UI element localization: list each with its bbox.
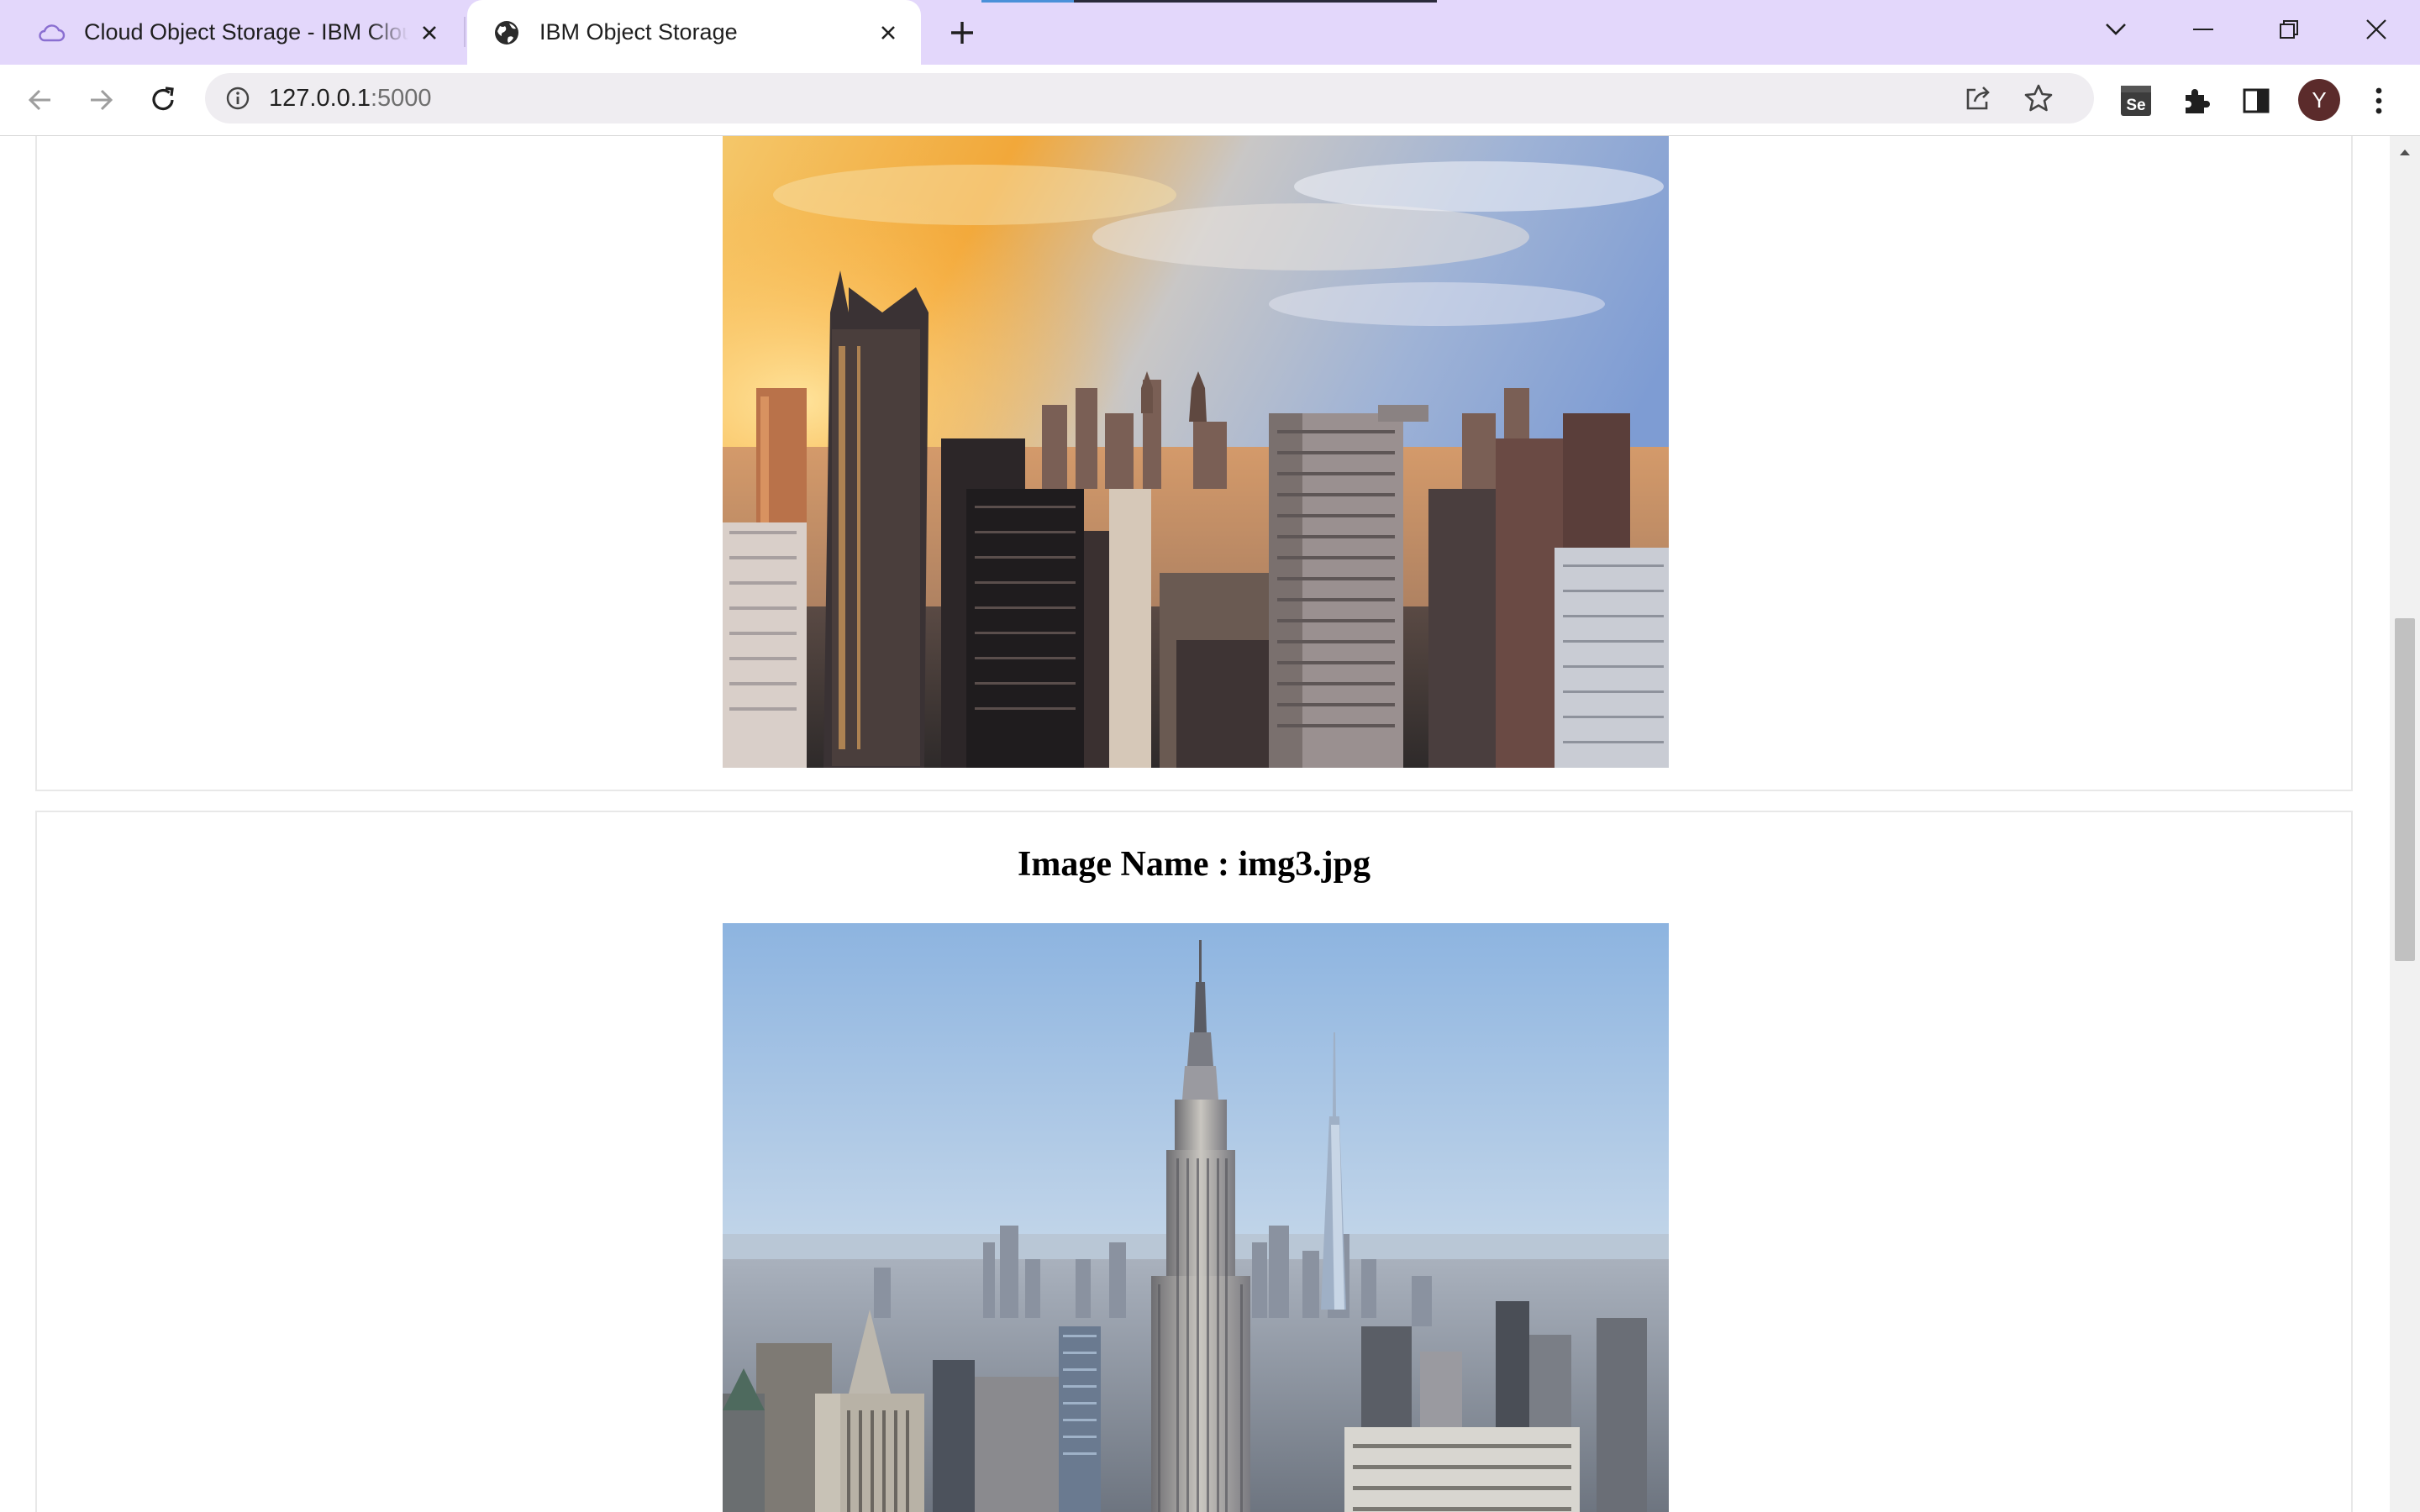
back-arrow-icon[interactable] [20,80,60,120]
forward-arrow-icon[interactable] [81,80,121,120]
close-icon[interactable] [415,18,444,47]
address-bar[interactable]: 127.0.0.1:5000 [205,73,2094,123]
page-load-indicator [981,0,1074,3]
globe-icon [492,18,521,47]
image-card [35,136,2353,791]
svg-text:Se: Se [2126,97,2145,114]
reload-icon[interactable] [143,80,183,120]
close-icon[interactable] [874,18,902,47]
side-panel-icon[interactable] [2235,80,2277,122]
site-info-icon[interactable] [222,82,254,114]
profile-avatar[interactable]: Y [2298,79,2340,121]
tab-strip: Cloud Object Storage - IBM Cloud IBM Obj… [0,0,2420,65]
share-icon[interactable] [1961,81,1995,115]
tab-cloud-object-storage[interactable]: Cloud Object Storage - IBM Cloud [12,0,462,65]
bookmark-star-icon[interactable] [2022,81,2055,115]
image-name-heading: Image Name : img3.jpg [1018,845,1370,884]
page-load-indicator [1074,0,1437,3]
cloud-icon [37,18,66,47]
restore-icon[interactable] [2264,8,2314,50]
tab-title: Cloud Object Storage - IBM Cloud [84,19,408,45]
tab-search-chevron-icon[interactable] [2091,8,2141,50]
tab-ibm-object-storage[interactable]: IBM Object Storage [467,0,921,65]
vertical-scrollbar[interactable] [2390,136,2420,1512]
minimize-icon[interactable] [2178,8,2228,50]
new-tab-button[interactable] [944,15,980,50]
tab-title: IBM Object Storage [539,19,738,45]
page-viewport: Image Name : img3.jpg [0,136,2390,1512]
city-skyline-sunset-image [723,136,1669,768]
browser-toolbar: 127.0.0.1:5000 [0,65,2420,136]
scroll-up-arrow-icon[interactable] [2390,139,2420,165]
close-window-icon[interactable] [2351,8,2402,50]
more-menu-icon[interactable] [2358,80,2400,122]
scrollbar-thumb[interactable] [2395,618,2415,961]
extensions-puzzle-icon[interactable] [2175,80,2217,122]
image-card: Image Name : img3.jpg [35,811,2353,1512]
empire-state-building-image [723,923,1669,1512]
selenium-extension-icon[interactable]: Se [2115,80,2157,122]
tab-separator [464,17,466,47]
url-text[interactable]: 127.0.0.1:5000 [269,85,432,113]
